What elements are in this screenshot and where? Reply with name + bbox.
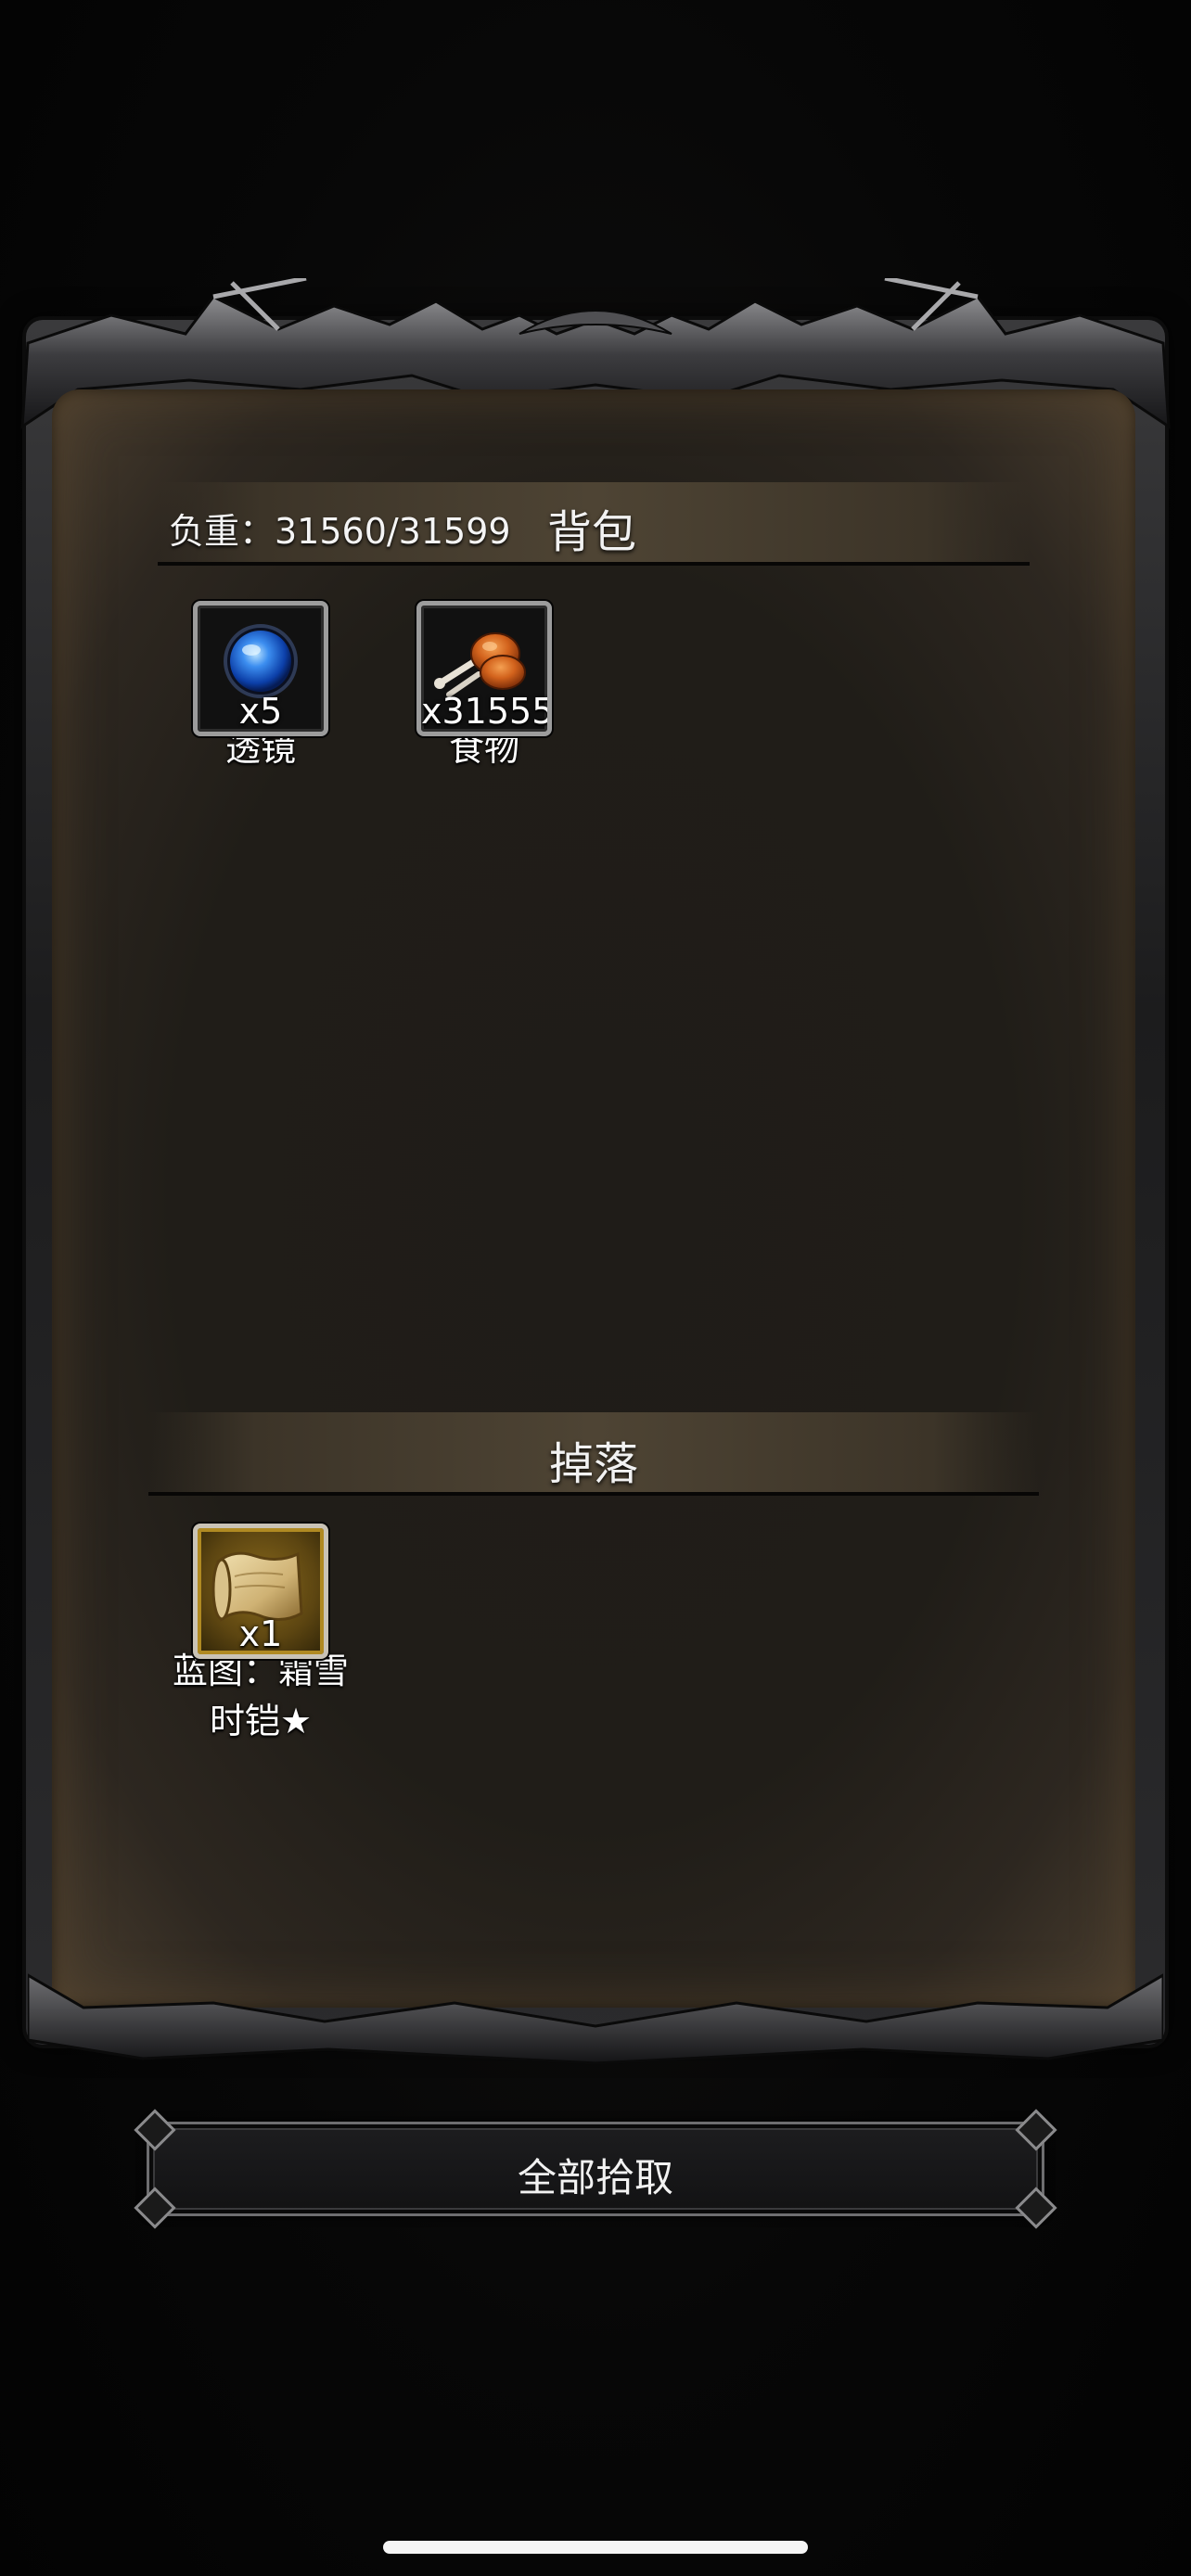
pickup-all-button[interactable]: 全部拾取 [134, 2109, 1057, 2229]
bag-title: 背包 [547, 506, 637, 558]
bag-item-food[interactable]: x31555 食物 [373, 601, 596, 773]
bag-header: 负重：31560/31599 背包 [158, 482, 1030, 566]
frame-bottom-ornament [28, 1973, 1163, 2065]
item-slot[interactable]: x5 [193, 601, 328, 736]
drop-title: 掉落 [548, 1438, 638, 1490]
drop-item-blueprint[interactable]: x1 蓝图：霜雪 时铠★ [149, 1524, 372, 1746]
button-corner-ornament [134, 2109, 176, 2151]
pickup-all-label: 全部拾取 [517, 2155, 673, 2200]
loot-screen: 负重：31560/31599 背包 x5 透镜 x31555 食物 掉落 x1 … [0, 0, 1191, 2576]
bag-item-lens[interactable]: x5 透镜 [149, 601, 372, 773]
item-name-line2: 时铠★ [209, 1701, 313, 1741]
item-slot[interactable]: x31555 [416, 601, 552, 736]
item-quantity: x5 [238, 691, 283, 732]
button-corner-ornament [1015, 2109, 1057, 2151]
drop-header: 掉落 [148, 1412, 1039, 1496]
item-slot[interactable]: x1 [193, 1524, 328, 1659]
item-name: 蓝图：霜雪 时铠★ [149, 1646, 372, 1746]
item-quantity: x31555 [421, 691, 552, 732]
weight-capacity: 负重：31560/31599 [169, 511, 511, 552]
home-indicator[interactable] [383, 2541, 808, 2554]
item-quantity: x1 [238, 1613, 283, 1654]
